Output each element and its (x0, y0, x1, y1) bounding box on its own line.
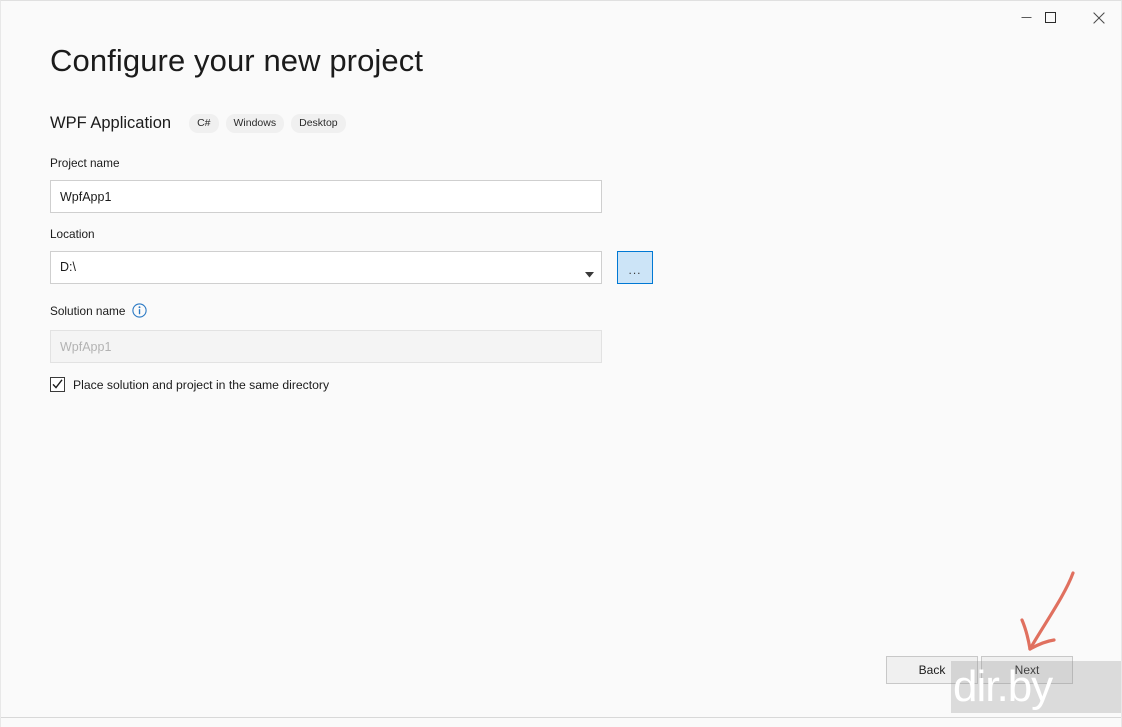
same-directory-checkbox-row[interactable]: Place solution and project in the same d… (50, 377, 329, 392)
location-combobox[interactable]: D:\ (50, 251, 602, 284)
tag-project-type: Desktop (291, 113, 346, 133)
tag-platform: Windows (225, 113, 285, 133)
solution-name-input[interactable] (50, 330, 602, 363)
close-button[interactable] (1076, 1, 1121, 34)
tag-language: C# (189, 113, 219, 133)
maximize-icon (1044, 12, 1056, 23)
location-label: Location (50, 227, 95, 241)
maximize-button[interactable] (1027, 1, 1073, 34)
footer-divider (1, 717, 1121, 718)
back-button[interactable]: Back (886, 656, 978, 684)
configure-project-dialog: Configure your new project WPF Applicati… (0, 0, 1122, 727)
template-summary-row: WPF Application C# Windows Desktop (50, 111, 353, 135)
location-value: D:\ (60, 260, 76, 274)
project-name-input[interactable] (50, 180, 602, 213)
template-name: WPF Application (50, 113, 172, 132)
close-icon (1093, 11, 1105, 24)
page-title: Configure your new project (50, 43, 424, 78)
solution-name-label: Solution name (50, 304, 126, 318)
chevron-down-icon[interactable] (585, 265, 594, 278)
project-name-label: Project name (50, 156, 120, 170)
info-icon[interactable] (132, 303, 147, 318)
title-bar (1, 1, 1121, 35)
same-directory-checkbox-label: Place solution and project in the same d… (73, 377, 330, 392)
browse-location-button[interactable]: ... (617, 251, 653, 284)
same-directory-checkbox[interactable] (50, 377, 65, 392)
next-button[interactable]: Next (981, 656, 1073, 684)
